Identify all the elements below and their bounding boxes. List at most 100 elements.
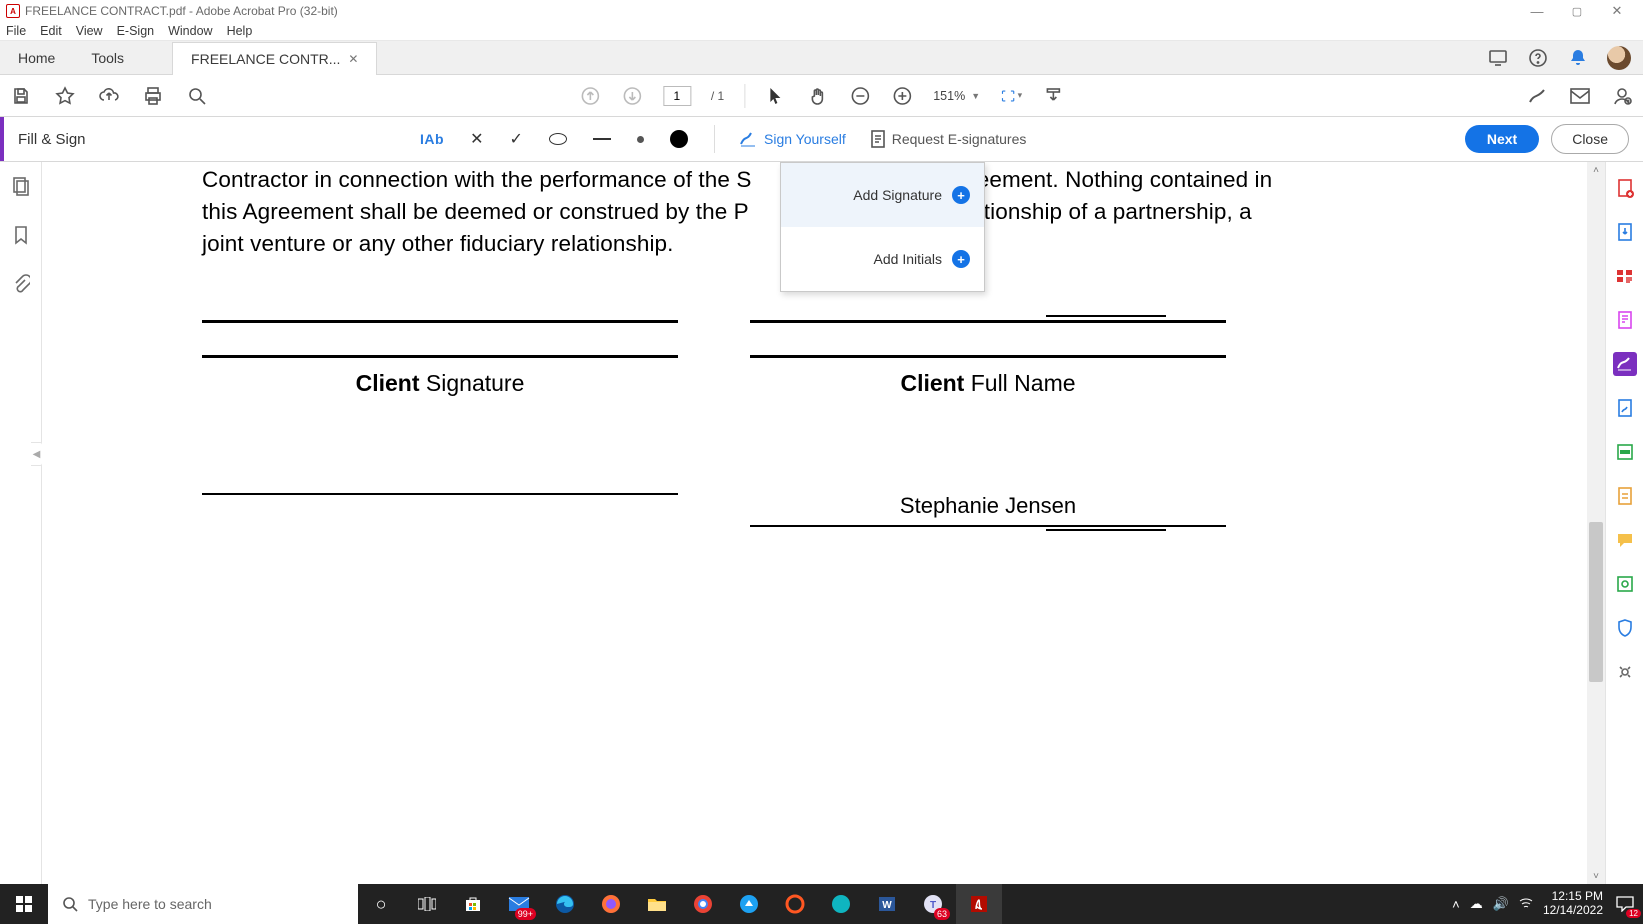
app-blue-icon[interactable] (726, 884, 772, 924)
tray-chevron-up-icon[interactable]: ˄ (1452, 897, 1460, 912)
tray-clock[interactable]: 12:15 PM 12/14/2022 (1543, 890, 1603, 918)
plus-icon: + (952, 250, 970, 268)
cursor-icon[interactable] (765, 85, 787, 107)
cortana-icon[interactable]: ○ (358, 884, 404, 924)
zoom-in-icon[interactable] (891, 85, 913, 107)
magnify-icon[interactable] (186, 85, 208, 107)
line-tool[interactable] (593, 138, 611, 140)
mail-icon[interactable]: 99+ (496, 884, 542, 924)
page-number-input[interactable] (663, 86, 691, 106)
menu-help[interactable]: Help (227, 24, 253, 38)
profile-add-icon[interactable] (1611, 85, 1633, 107)
page-thumbnails-icon[interactable] (11, 176, 31, 201)
document-viewport[interactable]: Contractor in connection with the perfor… (42, 162, 1605, 884)
action-center-icon[interactable]: 12 (1613, 892, 1637, 916)
user-avatar[interactable] (1607, 46, 1631, 70)
task-view-icon[interactable] (404, 884, 450, 924)
menu-view[interactable]: View (76, 24, 103, 38)
request-esignatures-button[interactable]: Request E-signatures (870, 130, 1027, 148)
request-esignatures-label: Request E-signatures (892, 131, 1027, 147)
file-explorer-icon[interactable] (634, 884, 680, 924)
bookmark-icon[interactable] (12, 225, 30, 250)
print-icon[interactable] (142, 85, 164, 107)
tray-onedrive-icon[interactable]: ☁ (1470, 896, 1483, 912)
app-orange-icon[interactable] (772, 884, 818, 924)
fill-sign-icon[interactable] (1613, 352, 1637, 376)
help-icon[interactable] (1527, 47, 1549, 69)
cloud-upload-icon[interactable] (98, 85, 120, 107)
sign-yourself-button[interactable]: Sign Yourself (740, 131, 846, 147)
request-signatures-icon[interactable] (1613, 396, 1637, 420)
menu-file[interactable]: File (6, 24, 26, 38)
protect-icon[interactable] (1613, 616, 1637, 640)
app-teal-icon[interactable] (818, 884, 864, 924)
close-button[interactable]: Close (1551, 124, 1629, 154)
scroll-down-icon[interactable]: ˅ (1587, 868, 1605, 884)
compress-icon[interactable] (1613, 484, 1637, 508)
save-icon[interactable] (10, 85, 32, 107)
next-button[interactable]: Next (1465, 125, 1539, 153)
share-screen-icon[interactable] (1487, 47, 1509, 69)
tray-wifi-icon[interactable] (1519, 897, 1533, 912)
client-fullname-rest: Full Name (964, 370, 1075, 396)
attachment-icon[interactable] (12, 274, 30, 299)
signature-icon (740, 131, 758, 147)
client-signature-rest: Signature (420, 370, 525, 396)
sign-yourself-menu: Add Signature + Add Initials + (780, 162, 985, 292)
comment-icon[interactable] (1613, 528, 1637, 552)
menu-esign[interactable]: E-Sign (117, 24, 155, 38)
acrobat-icon[interactable] (956, 884, 1002, 924)
scrollbar-thumb[interactable] (1589, 522, 1603, 682)
firefox-icon[interactable] (588, 884, 634, 924)
create-pdf-icon[interactable] (1613, 176, 1637, 200)
window-minimize-button[interactable]: — (1517, 4, 1557, 19)
menu-window[interactable]: Window (168, 24, 212, 38)
arrow-down-circle-icon[interactable] (621, 85, 643, 107)
fit-width-icon[interactable]: ▾ (1000, 85, 1022, 107)
dot-tool[interactable] (637, 136, 644, 143)
circle-tool[interactable] (549, 133, 567, 145)
organize-pages-icon[interactable] (1613, 264, 1637, 288)
add-initials-menuitem[interactable]: Add Initials + (781, 227, 984, 291)
bell-icon[interactable] (1567, 47, 1589, 69)
tab-tools[interactable]: Tools (73, 41, 142, 74)
redact-icon[interactable] (1613, 440, 1637, 464)
more-tools-icon[interactable] (1613, 660, 1637, 684)
pen-icon[interactable] (1527, 85, 1549, 107)
mail-icon[interactable] (1569, 85, 1591, 107)
add-text-tool[interactable]: IAb (420, 131, 444, 147)
star-icon[interactable] (54, 85, 76, 107)
vertical-scrollbar[interactable]: ˄ ˅ (1587, 162, 1605, 884)
edit-pdf-icon[interactable] (1613, 308, 1637, 332)
tab-close-icon[interactable]: ✕ (348, 52, 358, 66)
edge-icon[interactable] (542, 884, 588, 924)
crossmark-tool[interactable]: ✕ (470, 129, 483, 149)
add-initials-label: Add Initials (874, 251, 942, 267)
arrow-up-circle-icon[interactable] (579, 85, 601, 107)
add-signature-menuitem[interactable]: Add Signature + (781, 163, 984, 227)
microsoft-store-icon[interactable] (450, 884, 496, 924)
start-button[interactable] (0, 884, 48, 924)
window-maximize-button[interactable]: ▢ (1557, 5, 1597, 18)
teams-icon[interactable]: T63 (910, 884, 956, 924)
chrome-icon[interactable] (680, 884, 726, 924)
scroll-up-icon[interactable]: ˄ (1587, 162, 1605, 178)
export-pdf-icon[interactable] (1613, 220, 1637, 244)
zoom-out-icon[interactable] (849, 85, 871, 107)
zoom-level[interactable]: 151%▼ (933, 89, 980, 103)
checkmark-tool[interactable]: ✓ (509, 129, 522, 149)
hand-icon[interactable] (807, 85, 829, 107)
word-icon[interactable]: W (864, 884, 910, 924)
color-tool[interactable] (670, 130, 688, 148)
reflow-icon[interactable] (1042, 85, 1064, 107)
app-icon: A (6, 4, 20, 18)
tray-volume-icon[interactable]: 🔊 (1493, 896, 1509, 912)
tab-document[interactable]: FREELANCE CONTR... ✕ (172, 42, 377, 75)
scan-ocr-icon[interactable] (1613, 572, 1637, 596)
menu-edit[interactable]: Edit (40, 24, 62, 38)
signature-line (750, 355, 1226, 358)
client-signature-bold: Client (356, 370, 420, 396)
taskbar-search[interactable]: Type here to search (48, 884, 358, 924)
window-close-button[interactable]: ✕ (1597, 3, 1637, 19)
tab-home[interactable]: Home (0, 41, 73, 74)
